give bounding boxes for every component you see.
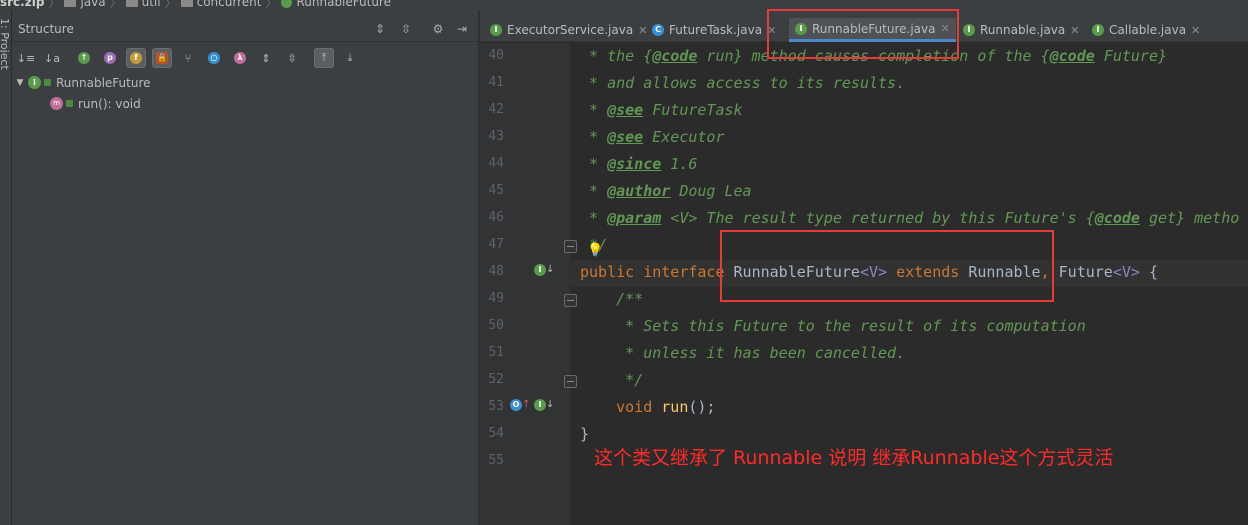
line-number: 51 (488, 345, 504, 360)
show-inherited-icon[interactable]: ↑ (74, 48, 94, 68)
interface-icon: I (1092, 24, 1104, 36)
show-non-public-icon[interactable]: 🔒 (152, 48, 172, 68)
abstract-method-icon: m (50, 97, 63, 110)
fold-marker-icon[interactable] (564, 240, 577, 253)
line-number: 50 (488, 318, 504, 333)
line-number: 46 (488, 210, 504, 225)
breadcrumb-item-concurrent[interactable]: concurrent 〉 (180, 0, 277, 10)
expand-all-icon[interactable]: ⇕ (373, 22, 387, 36)
folder-icon (64, 0, 77, 7)
overrides-method-icon[interactable]: O ↑ (510, 399, 530, 411)
class-icon: C (652, 24, 664, 36)
tree-node-run[interactable]: m run(): void (12, 93, 478, 114)
breadcrumb-item-archive[interactable]: src.zip 〉 (0, 0, 60, 10)
hide-panel-icon[interactable]: ⇥ (455, 22, 469, 36)
show-properties-icon[interactable]: p (100, 48, 120, 68)
line-number: 45 (488, 183, 504, 198)
structure-tree: ▼ I RunnableFuture m run(): void (12, 72, 478, 114)
code-line-46: * @param <V> The result type returned by… (580, 209, 1240, 227)
close-icon[interactable]: ✕ (1191, 24, 1200, 37)
structure-toolbar: ↓≡ ↓a ↑ p f 🔒 ⑂ ○ λ ⇕ ⇳ ⤒ ⤓ (12, 42, 478, 72)
line-number: 42 (488, 102, 504, 117)
line-number: 47 (488, 237, 504, 252)
line-number: 55 (488, 453, 504, 468)
public-lock-icon (44, 79, 51, 86)
code-line-41: * and allows access to its results. (580, 74, 906, 92)
line-number: 53 (488, 399, 504, 414)
sort-by-type-icon[interactable]: ↓≡ (16, 48, 36, 68)
sort-alphabetically-icon[interactable]: ↓a (42, 48, 62, 68)
highlight-box-declaration (720, 230, 1054, 302)
interface-icon: I (963, 24, 975, 36)
annotation-note: 这个类又继承了 Runnable 说明 继承Runnable这个方式灵活 (594, 447, 1114, 469)
line-number: 40 (488, 48, 504, 63)
tree-node-label: run(): void (78, 96, 141, 111)
breadcrumb-item-java[interactable]: java 〉 (64, 0, 122, 10)
fold-marker-icon[interactable] (564, 375, 577, 388)
show-lambdas-icon[interactable]: λ (230, 48, 250, 68)
code-line-43: * @see Executor (580, 128, 725, 146)
breadcrumb: src.zip 〉 java 〉 util 〉 concurrent 〉 Runnabl… (0, 0, 1248, 10)
tab-futuretask[interactable]: C FutureTask.java ✕ (646, 18, 782, 42)
show-hierarchy-icon[interactable]: ⑂ (178, 48, 198, 68)
structure-header: Structure ⇕ ⇳ ⚙ ⇥ (12, 10, 478, 42)
tab-callable[interactable]: I Callable.java ✕ (1086, 18, 1206, 42)
implemented-by-icon[interactable]: I ↓ (534, 264, 554, 276)
breadcrumb-item-util[interactable]: util 〉 (125, 0, 177, 10)
interface-icon: I (490, 24, 502, 36)
interface-icon (281, 0, 293, 8)
code-line-50: * Sets this Future to the result of its … (580, 317, 1086, 335)
code-line-52: */ (580, 371, 644, 389)
show-anonymous-icon[interactable]: ○ (204, 48, 224, 68)
close-icon[interactable]: ✕ (1070, 24, 1079, 37)
line-number: 52 (488, 372, 504, 387)
code-line-54: } (580, 425, 590, 443)
implemented-by-icon[interactable]: I ↓ (534, 399, 554, 411)
code-line-45: * @author Doug Lea (580, 182, 752, 200)
fold-marker-icon[interactable] (564, 294, 577, 307)
breadcrumb-item-runnablefuture[interactable]: RunnableFuture (281, 0, 391, 9)
line-number: 44 (488, 156, 504, 171)
highlight-box-tab (767, 9, 959, 59)
tab-executorservice[interactable]: I ExecutorService.java ✕ (484, 18, 653, 42)
autoscroll-from-source-icon[interactable]: ⤓ (340, 48, 360, 68)
line-number: 43 (488, 129, 504, 144)
code-line-53: void run(); (580, 398, 716, 416)
collapse-icon[interactable]: ⇳ (282, 48, 302, 68)
interface-icon: I (28, 76, 41, 89)
folder-icon (180, 0, 193, 7)
project-tool-strip[interactable]: 1: Project (0, 10, 12, 525)
public-lock-icon (66, 100, 73, 107)
code-line-42: * @see FutureTask (580, 101, 743, 119)
line-number: 54 (488, 426, 504, 441)
expand-arrow-icon[interactable]: ▼ (12, 78, 28, 88)
gear-icon[interactable]: ⚙ (431, 22, 445, 36)
structure-panel: Structure ⇕ ⇳ ⚙ ⇥ ↓≡ ↓a ↑ p f 🔒 ⑂ ○ λ ⇕ … (12, 10, 478, 525)
line-number: 49 (488, 291, 504, 306)
autoscroll-to-source-icon[interactable]: ⤒ (314, 48, 334, 68)
folder-icon (125, 0, 138, 7)
project-tool-label[interactable]: 1: Project (0, 18, 11, 70)
code-line-51: * unless it has been cancelled. (580, 344, 906, 362)
tree-node-runnablefuture[interactable]: ▼ I RunnableFuture (12, 72, 478, 93)
expand-icon[interactable]: ⇕ (256, 48, 276, 68)
code-line-49: /** (580, 290, 644, 308)
tab-runnable[interactable]: I Runnable.java ✕ (957, 18, 1085, 42)
collapse-all-icon[interactable]: ⇳ (399, 22, 413, 36)
tree-node-label: RunnableFuture (56, 75, 151, 90)
editor-gutter: 40 41 42 43 44 45 46 47 48 49 50 51 52 5… (480, 43, 577, 525)
line-number: 41 (488, 75, 504, 90)
code-line-44: * @since 1.6 (580, 155, 698, 173)
intention-bulb-icon[interactable]: 💡 (587, 243, 603, 258)
structure-title: Structure (18, 22, 74, 36)
show-fields-icon[interactable]: f (126, 48, 146, 68)
line-number: 48 (488, 264, 504, 279)
